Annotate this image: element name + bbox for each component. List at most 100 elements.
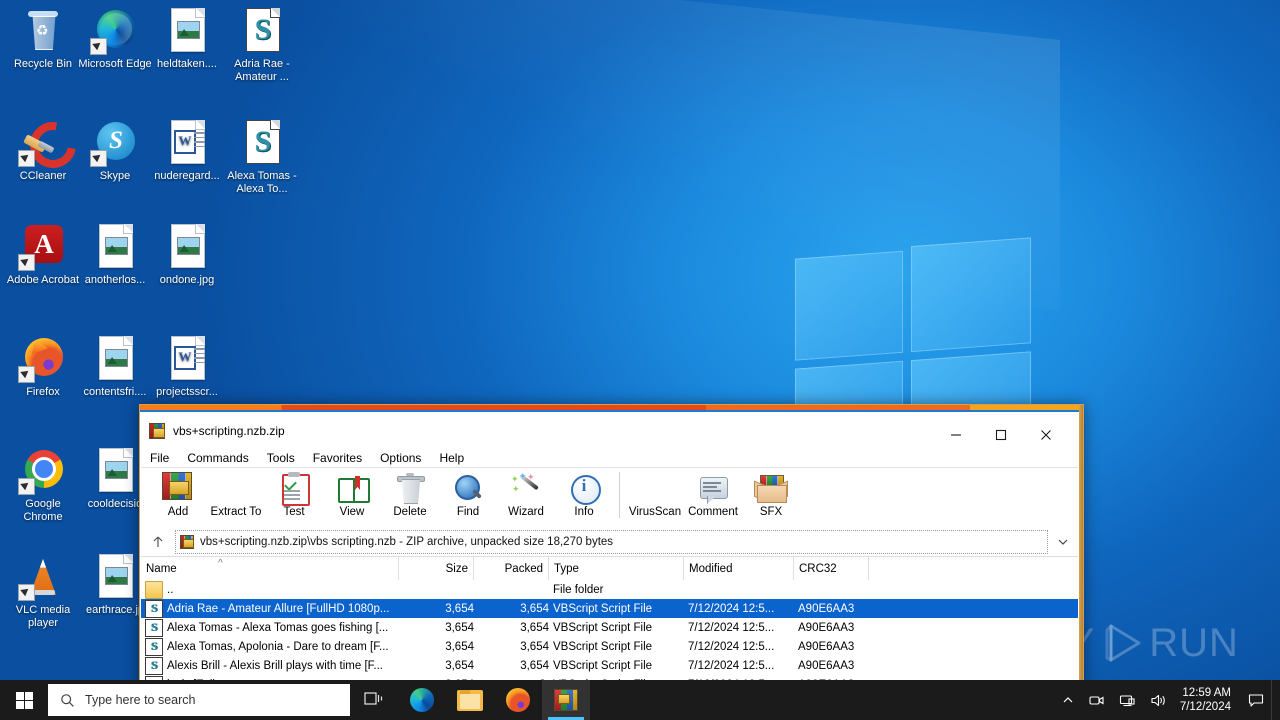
table-row[interactable]: Adria Rae - Amateur Allure [FullHD 1080p… (141, 599, 1078, 618)
desktop-icon-nuderegard[interactable]: Wnuderegard... (150, 118, 224, 183)
cell-text: 3,654 (445, 640, 474, 653)
column-header-modified[interactable]: Modified (684, 557, 794, 580)
comment-icon (697, 472, 729, 504)
desktop-icon-microsoft-edge[interactable]: Microsoft Edge (78, 6, 152, 71)
desktop-icon-anotherlos[interactable]: anotherlos... (78, 222, 152, 287)
toolbar-button-label: Extract To (210, 506, 262, 518)
toolbar-button-view[interactable]: View (323, 468, 381, 528)
toolbar-button-sfx[interactable]: SFX (742, 468, 800, 528)
clock[interactable]: 12:59 AM 7/12/2024 (1174, 686, 1241, 714)
desktop-icon-recycle-bin[interactable]: ♻ Recycle Bin (6, 6, 80, 71)
cell-text: .. (167, 583, 174, 596)
info-icon: i (568, 472, 601, 505)
desktop-icon-heldtaken[interactable]: heldtaken.... (150, 6, 224, 71)
desktop-icon-vlc-media-player[interactable]: VLC media player (6, 552, 80, 629)
toolbar-button-comment[interactable]: Comment (684, 468, 742, 528)
up-arrow-icon[interactable] (141, 529, 175, 555)
desktop-icon-label: Microsoft Edge (78, 58, 152, 70)
winrar-icon[interactable] (542, 680, 590, 720)
cell-modified: 7/12/2024 12:5... (684, 656, 798, 675)
minimize-icon[interactable] (933, 419, 978, 451)
toolbar-button-test[interactable]: Test (265, 468, 323, 528)
chevron-down-icon[interactable] (1052, 531, 1074, 553)
sfx-icon (754, 472, 788, 504)
firefox-icon[interactable] (494, 680, 542, 720)
toolbar-button-info[interactable]: i Info (555, 468, 613, 528)
cell-size: 3,654 (399, 637, 480, 656)
shortcut-overlay-icon (90, 38, 107, 55)
close-icon[interactable] (1023, 419, 1068, 451)
volume-icon[interactable] (1143, 680, 1174, 720)
toolbar-button-add[interactable]: Add (149, 468, 207, 528)
winrar-title-bar[interactable]: vbs+scripting.nzb.zip (141, 412, 1078, 451)
file-explorer-icon[interactable] (446, 680, 494, 720)
desktop-icon-ondone-jpg[interactable]: ondone.jpg (150, 222, 224, 287)
column-header-crc32[interactable]: CRC32 (794, 557, 869, 580)
desktop-icon-firefox[interactable]: Firefox (6, 334, 80, 399)
table-row[interactable]: Alexa Tomas, Apolonia - Dare to dream [F… (141, 637, 1078, 656)
menu-item-commands[interactable]: Commands (187, 451, 257, 465)
image-file-icon (91, 552, 139, 600)
vbscript-file-icon: S (238, 6, 286, 54)
toolbar-button-delete[interactable]: Delete (381, 468, 439, 528)
desktop-icon-ccleaner[interactable]: CCleaner (6, 112, 86, 183)
menu-item-file[interactable]: File (150, 451, 178, 465)
camera-icon[interactable] (1081, 680, 1112, 720)
winrar-toolbar[interactable]: Add Extract To Test View Delete Find ✦ ✦ ✦ ✦ Wizar… (141, 467, 1078, 529)
column-header-type[interactable]: Type (549, 557, 684, 580)
menu-item-tools[interactable]: Tools (267, 451, 304, 465)
desktop-icon-projectsscr[interactable]: Wprojectsscr... (150, 334, 224, 399)
microsoft-edge-icon[interactable] (398, 680, 446, 720)
desktop-icon-adobe-acrobat[interactable]: A Adobe Acrobat (6, 222, 80, 287)
ccleaner-icon (18, 112, 86, 178)
cell-text: Adria Rae - Amateur Allure [FullHD 1080p… (167, 602, 390, 615)
windows-start-icon[interactable] (0, 680, 48, 720)
desktop-icon-skype[interactable]: S Skype (78, 118, 152, 183)
desktop-icon-adria-rae-amateur[interactable]: S Adria Rae - Amateur ... (225, 6, 299, 83)
winrar-icon (180, 535, 194, 549)
shortcut-overlay-icon (18, 366, 35, 383)
vbscript-file-icon (145, 637, 163, 656)
winrar-menu-bar[interactable]: File Commands Tools Favorites Options Help (141, 449, 1078, 467)
toolbar-button-label: SFX (759, 506, 783, 518)
cell-text: File folder (553, 583, 604, 596)
cell-crc32: A90E6AA3 (794, 656, 873, 675)
maximize-icon[interactable] (978, 419, 1023, 451)
desktop-icon-google-chrome[interactable]: Google Chrome (6, 446, 80, 523)
show-hidden-icons-icon[interactable] (1055, 680, 1081, 720)
menu-item-favorites[interactable]: Favorites (313, 451, 371, 465)
column-header-packed[interactable]: Packed (474, 557, 549, 580)
desktop-icon-alexa-tomas-alexa-to[interactable]: S Alexa Tomas - Alexa To... (225, 118, 299, 195)
winrar-address-bar[interactable]: vbs+scripting.nzb.zip\vbs scripting.nzb … (141, 528, 1078, 557)
action-center-icon[interactable] (1241, 680, 1271, 720)
wizard-icon: ✦ ✦ ✦ ✦ (510, 472, 542, 504)
desktop-icon-contentsfri[interactable]: contentsfri.... (78, 334, 152, 399)
shortcut-overlay-icon (90, 150, 107, 167)
column-header-size[interactable]: Size (399, 557, 474, 580)
task-view-icon[interactable] (350, 680, 398, 720)
toolbar-button-find[interactable]: Find (439, 468, 497, 528)
archive-path-field[interactable]: vbs+scripting.nzb.zip\vbs scripting.nzb … (175, 530, 1048, 554)
table-row[interactable]: .. File folder (141, 580, 1078, 599)
table-row[interactable]: Alexis Brill - Alexis Brill plays with t… (141, 656, 1078, 675)
system-tray[interactable]: 12:59 AM 7/12/2024 (1055, 680, 1280, 720)
image-file-icon (91, 334, 139, 382)
toolbar-button-wizard[interactable]: ✦ ✦ ✦ ✦ Wizard (497, 468, 555, 528)
column-header-name[interactable]: Name (141, 557, 399, 580)
file-list-header[interactable]: Name Size Packed Type Modified CRC32 ^ (141, 557, 1078, 581)
table-row[interactable]: Alexa Tomas - Alexa Tomas goes fishing [… (141, 618, 1078, 637)
desktop-icon-label: Alexa Tomas - Alexa To... (227, 170, 297, 195)
search-input[interactable]: Type here to search (48, 684, 350, 716)
column-header-label: Packed (504, 562, 543, 575)
toolbar-button-virusscan[interactable]: VirusScan (626, 468, 684, 528)
network-icon[interactable] (1112, 680, 1143, 720)
taskbar[interactable]: Type here to search 12:59 AM 7/12/2024 (0, 680, 1280, 720)
cell-text: 7/12/2024 12:5... (688, 640, 775, 653)
image-file-icon (91, 446, 139, 494)
menu-item-help[interactable]: Help (439, 451, 473, 465)
menu-item-options[interactable]: Options (380, 451, 430, 465)
show-desktop-button[interactable] (1271, 680, 1280, 720)
toolbar-button-extract-to[interactable]: Extract To (207, 468, 265, 528)
cell-type: VBScript Script File (549, 618, 688, 637)
winrar-window[interactable]: vbs+scripting.nzb.zip File Commands Tools F… (139, 404, 1084, 701)
